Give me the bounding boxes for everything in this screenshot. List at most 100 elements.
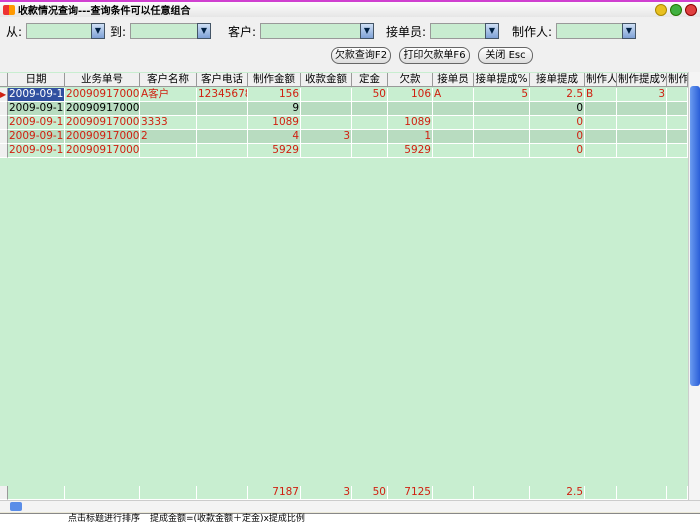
query-debt-button[interactable]: 欠款查询F2 (331, 47, 391, 64)
table-cell: 1089 (388, 116, 433, 130)
table-cell (352, 102, 388, 116)
table-cell (474, 130, 530, 144)
row-indicator[interactable] (0, 116, 8, 130)
table-cell (197, 130, 248, 144)
table-cell (617, 116, 667, 130)
table-row[interactable]: 2009-09-172009091700001 5929 5929 0 (0, 144, 688, 158)
table-cell (617, 144, 667, 158)
chevron-down-icon[interactable]: ▼ (360, 23, 374, 39)
status-formula: 提成金额=(收款金额＋定金)x提成比例 (150, 514, 305, 524)
table-cell (585, 116, 617, 130)
table-cell (585, 486, 617, 500)
table-cell (585, 144, 617, 158)
table-cell (667, 144, 688, 158)
chevron-down-icon[interactable]: ▼ (91, 23, 105, 39)
print-debt-button[interactable]: 打印欠款单F6 (399, 47, 470, 64)
column-header[interactable]: 客户电话 (197, 73, 248, 87)
column-header[interactable]: 制作人 (585, 73, 617, 87)
table-cell: A (433, 88, 474, 102)
table-cell (197, 144, 248, 158)
title-bar: 收款情况查询---查询条件可以任意组合 (0, 0, 700, 17)
table-cell: 0 (530, 102, 585, 116)
table-cell: 2009091700005 (65, 88, 140, 102)
column-header[interactable]: 客户名称 (140, 73, 197, 87)
table-cell (352, 144, 388, 158)
customer-combo[interactable]: ▼ (260, 23, 374, 39)
table-cell: 0 (530, 144, 585, 158)
column-header[interactable]: 制作 (667, 73, 688, 87)
row-indicator[interactable]: ▶ (0, 88, 8, 102)
chevron-down-icon[interactable]: ▼ (622, 23, 636, 39)
table-cell: 3 (301, 486, 352, 500)
maximize-button[interactable] (670, 4, 682, 16)
table-cell (474, 116, 530, 130)
table-cell (474, 102, 530, 116)
table-row[interactable]: 2009-09-1720090917000033333 1089 1089 0 (0, 116, 688, 130)
table-cell (667, 486, 688, 500)
table-row[interactable]: ▶2009-09-172009091700005A客户12345678156 50… (0, 88, 688, 102)
table-cell (8, 486, 65, 500)
table-cell: 3 (301, 130, 352, 144)
table-cell: 156 (248, 88, 301, 102)
table-cell (617, 486, 667, 500)
column-header[interactable]: 制作金额 (248, 73, 301, 87)
table-cell: 2.5 (530, 486, 585, 500)
close-button[interactable]: 关闭 Esc (478, 47, 533, 64)
table-cell (667, 116, 688, 130)
table-cell (197, 102, 248, 116)
from-date-combo[interactable]: ▼ (26, 23, 105, 39)
table-cell (433, 116, 474, 130)
table-cell: 2009-09-17 (8, 116, 65, 130)
table-cell: 1 (388, 130, 433, 144)
column-header[interactable]: 收款金额 (301, 73, 352, 87)
scrollbar-thumb[interactable] (10, 502, 22, 511)
status-hint: 点击标题进行排序 (68, 514, 141, 524)
maker-label: 制作人: (512, 25, 553, 39)
table-cell (433, 486, 474, 500)
totals-row[interactable]: 7187 3 50 7125 2.5 (0, 486, 688, 500)
column-header[interactable]: 接单提成 (530, 73, 585, 87)
table-cell (617, 102, 667, 116)
table-cell: 2 (140, 130, 197, 144)
table-cell (140, 144, 197, 158)
horizontal-scrollbar[interactable] (0, 500, 700, 512)
table-cell (474, 486, 530, 500)
from-label: 从: (6, 25, 23, 39)
table-cell: 5929 (248, 144, 301, 158)
to-date-combo[interactable]: ▼ (130, 23, 211, 39)
chevron-down-icon[interactable]: ▼ (485, 23, 499, 39)
table-row[interactable]: 2009-09-172009091700004 9 0 (0, 102, 688, 116)
receiver-combo[interactable]: ▼ (430, 23, 499, 39)
row-indicator[interactable] (0, 130, 8, 144)
table-cell (667, 88, 688, 102)
scrollbar-thumb[interactable] (690, 86, 700, 386)
column-header[interactable]: 日期 (8, 73, 65, 87)
close-window-button[interactable] (685, 4, 697, 16)
row-indicator[interactable] (0, 486, 8, 500)
vertical-scrollbar[interactable] (688, 72, 700, 500)
table-row[interactable]: 2009-09-1720090917000022 43 1 0 (0, 130, 688, 144)
table-cell: B (585, 88, 617, 102)
row-indicator[interactable] (0, 102, 8, 116)
table-cell: 12345678 (197, 88, 248, 102)
column-header[interactable]: 欠款 (388, 73, 433, 87)
table-cell: 2.5 (530, 88, 585, 102)
column-header[interactable]: 接单提成% (474, 73, 530, 87)
maker-combo[interactable]: ▼ (556, 23, 636, 39)
table-cell (433, 130, 474, 144)
table-cell: 7187 (248, 486, 301, 500)
table-cell: 1089 (248, 116, 301, 130)
table-cell: 5 (474, 88, 530, 102)
column-header[interactable]: 制作提成% (617, 73, 667, 87)
table-header: 日期 业务单号 客户名称 客户电话 制作金额 收款金额 定金 欠款 接单员 接单提成% 接单提成 制作… (0, 73, 688, 87)
data-grid[interactable]: 日期 业务单号 客户名称 客户电话 制作金额 收款金额 定金 欠款 接单员 接单提成% 接单提成 制作… (0, 72, 688, 500)
column-header[interactable]: 接单员 (433, 73, 474, 87)
table-cell (301, 116, 352, 130)
row-indicator[interactable] (0, 144, 8, 158)
table-cell (140, 102, 197, 116)
row-indicator[interactable] (0, 73, 8, 87)
column-header[interactable]: 定金 (352, 73, 388, 87)
column-header[interactable]: 业务单号 (65, 73, 140, 87)
chevron-down-icon[interactable]: ▼ (197, 23, 211, 39)
minimize-button[interactable] (655, 4, 667, 16)
